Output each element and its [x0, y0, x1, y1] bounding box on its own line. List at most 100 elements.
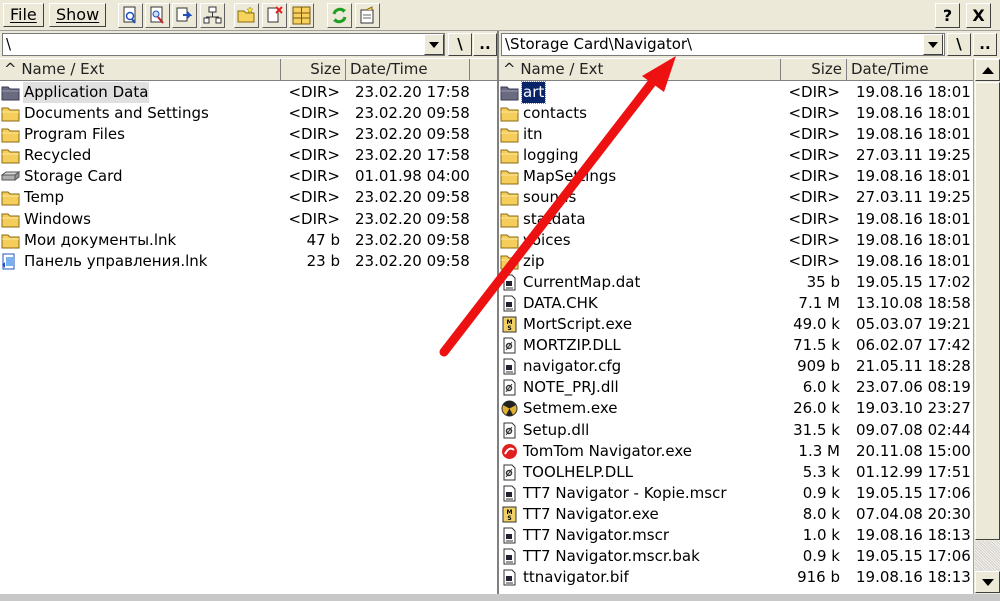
- right-file-row[interactable]: M S TT7 Navigator.exe 8.0 k 07.04.08 20:30: [499, 504, 973, 525]
- properties-icon[interactable]: [355, 3, 380, 28]
- right-file-row[interactable]: MORTZIP.DLL 71.5 k 06.02.07 17:42: [499, 335, 973, 356]
- file-name: zip: [523, 251, 545, 270]
- help-button[interactable]: ?: [935, 3, 960, 28]
- file-date: 19.08.16 18:01: [856, 167, 971, 186]
- left-col-date[interactable]: Date/Time: [346, 59, 470, 81]
- copy-file-icon[interactable]: [172, 3, 197, 28]
- show-menu[interactable]: Show: [49, 3, 107, 27]
- file-size: <DIR>: [288, 83, 340, 101]
- file-size: 35 b: [806, 272, 840, 291]
- left-col-size[interactable]: Size: [281, 59, 346, 81]
- scroll-up-button[interactable]: [975, 59, 1000, 81]
- right-file-row[interactable]: TT7 Navigator - Kopie.mscr 0.9 k 19.05.15 …: [499, 483, 973, 504]
- right-file-row[interactable]: Setmem.exe 26.0 k 19.03.10 23:27: [499, 398, 973, 419]
- file-name: Мои документы.lnk: [24, 230, 177, 249]
- right-file-row[interactable]: zip <DIR> 19.08.16 18:01: [499, 251, 973, 272]
- file-date: 20.11.08 15:00: [856, 441, 971, 460]
- right-col-date[interactable]: Date/Time: [847, 59, 973, 81]
- left-file-row[interactable]: Recycled <DIR> 23.02.20 17:58: [0, 145, 470, 166]
- left-root-button[interactable]: \: [448, 33, 472, 56]
- right-scrollbar[interactable]: [973, 59, 1000, 594]
- right-file-row[interactable]: DATA.CHK 7.1 M 13.10.08 18:58: [499, 293, 973, 314]
- new-folder-icon[interactable]: [234, 3, 259, 28]
- file-date: 19.05.15 17:06: [856, 547, 971, 566]
- file-name: logging: [523, 146, 579, 165]
- file-name: MORTZIP.DLL: [523, 336, 621, 355]
- file-menu[interactable]: File: [3, 3, 44, 27]
- left-file-row[interactable]: Мои документы.lnk 47 b 23.02.20 09:58: [0, 230, 470, 251]
- right-file-row[interactable]: contacts <DIR> 19.08.16 18:01: [499, 103, 973, 124]
- right-file-row[interactable]: TT7 Navigator.mscr.bak 0.9 k 19.05.15 17:0…: [499, 546, 973, 567]
- right-file-row[interactable]: MapSettings <DIR> 19.08.16 18:01: [499, 166, 973, 187]
- right-path-dropdown-button[interactable]: [923, 34, 943, 55]
- right-file-row[interactable]: logging <DIR> 27.03.11 19:25: [499, 145, 973, 166]
- folder-icon: [500, 232, 519, 249]
- right-file-row[interactable]: TomTom Navigator.exe 1.3 M 20.11.08 15:00: [499, 441, 973, 462]
- scroll-down-button[interactable]: [975, 571, 1000, 593]
- right-path-field[interactable]: \Storage Card\Navigator\: [501, 33, 945, 56]
- left-file-row[interactable]: Program Files <DIR> 23.02.20 09:58: [0, 124, 470, 145]
- left-up-button[interactable]: ..: [473, 33, 497, 56]
- right-file-row[interactable]: voices <DIR> 19.08.16 18:01: [499, 230, 973, 251]
- file-size: <DIR>: [288, 167, 340, 186]
- right-file-row[interactable]: itn <DIR> 19.08.16 18:01: [499, 124, 973, 145]
- file-name: NOTE_PRJ.dll: [523, 378, 619, 397]
- left-file-row[interactable]: Windows <DIR> 23.02.20 09:58: [0, 209, 470, 230]
- close-button[interactable]: X: [966, 3, 991, 28]
- scroll-track[interactable]: [975, 541, 1000, 571]
- file-size: 71.5 k: [793, 336, 840, 355]
- file-name: TT7 Navigator.exe: [523, 504, 659, 523]
- left-path-dropdown-button[interactable]: [424, 34, 444, 55]
- dll-file-icon: [500, 337, 519, 354]
- right-file-row[interactable]: navigator.cfg 909 b 21.05.11 18:28: [499, 356, 973, 377]
- left-file-row[interactable]: Storage Card <DIR> 01.01.98 04:00: [0, 166, 470, 187]
- folder-open-icon: [500, 84, 519, 101]
- right-file-row[interactable]: statdata <DIR> 19.08.16 18:01: [499, 209, 973, 230]
- setmem-icon: [500, 400, 519, 417]
- folder-icon: [500, 253, 519, 270]
- right-up-button[interactable]: ..: [973, 33, 997, 56]
- folder-icon: [500, 189, 519, 206]
- data-file-icon: [500, 527, 519, 544]
- refresh-icon[interactable]: [327, 3, 352, 28]
- delete-icon[interactable]: [262, 3, 287, 28]
- left-file-row[interactable]: Documents and Settings <DIR> 23.02.20 09:5…: [0, 103, 470, 124]
- split-view-icon[interactable]: [289, 3, 314, 28]
- right-file-row[interactable]: NOTE_PRJ.dll 6.0 k 23.07.06 08:19: [499, 377, 973, 398]
- scroll-thumb[interactable]: [975, 82, 1000, 540]
- right-col-size[interactable]: Size: [781, 59, 847, 81]
- find-file-icon[interactable]: [118, 3, 143, 28]
- data-file-icon: [500, 569, 519, 586]
- left-file-row[interactable]: Temp <DIR> 23.02.20 09:58: [0, 187, 470, 208]
- right-file-row[interactable]: M S MortScript.exe 49.0 k 05.03.07 19:21: [499, 314, 973, 335]
- right-root-button[interactable]: \: [947, 33, 971, 56]
- left-col-name[interactable]: ^ Name / Ext: [0, 59, 281, 81]
- file-size: <DIR>: [788, 83, 840, 101]
- right-file-row[interactable]: Setup.dll 31.5 k 09.07.08 02:44: [499, 420, 973, 441]
- file-size: <DIR>: [788, 188, 840, 207]
- file-date: 05.03.07 19:21: [856, 315, 971, 334]
- file-size: 8.0 k: [802, 504, 840, 523]
- file-date: 27.03.11 19:25: [856, 146, 971, 165]
- right-file-row[interactable]: CurrentMap.dat 35 b 19.05.15 17:02: [499, 272, 973, 293]
- file-name: Application Data: [23, 82, 150, 103]
- control-panel-icon: [1, 253, 20, 270]
- right-file-row[interactable]: TOOLHELP.DLL 5.3 k 01.12.99 17:51: [499, 462, 973, 483]
- dll-file-icon: [500, 464, 519, 481]
- mortscript-icon: MS: [500, 506, 519, 523]
- file-size: 47 b: [306, 230, 340, 249]
- left-file-row[interactable]: Application Data <DIR> 23.02.20 17:58: [0, 82, 470, 103]
- right-col-name[interactable]: ^ Name / Ext: [499, 59, 781, 81]
- right-file-row[interactable]: ttnavigator.bif 916 b 19.08.16 18:13: [499, 567, 973, 588]
- right-file-row[interactable]: sounds <DIR> 27.03.11 19:25: [499, 187, 973, 208]
- file-size: <DIR>: [788, 146, 840, 165]
- left-path-field[interactable]: \: [2, 33, 445, 56]
- network-icon[interactable]: [200, 3, 225, 28]
- file-size: 0.9 k: [802, 483, 840, 502]
- left-file-row[interactable]: Панель управления.lnk 23 b 23.02.20 09:58: [0, 251, 470, 272]
- search-icon[interactable]: [145, 3, 170, 28]
- right-file-row[interactable]: TT7 Navigator.mscr 1.0 k 19.08.16 18:13: [499, 525, 973, 546]
- file-name: Recycled: [24, 146, 92, 165]
- right-file-row[interactable]: art <DIR> 19.08.16 18:01: [499, 81, 973, 104]
- file-name: TomTom Navigator.exe: [523, 441, 692, 460]
